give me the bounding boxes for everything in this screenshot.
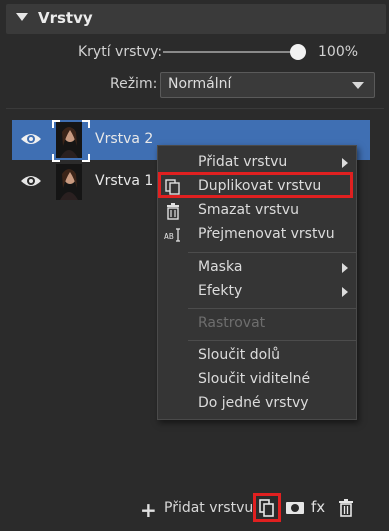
trash-icon: [167, 203, 179, 220]
menu-item-label: Sloučit viditelné: [198, 371, 311, 387]
menu-item-rename-layer[interactable]: AB Přejmenovat vrstvu: [158, 223, 356, 247]
selection-bracket: [52, 154, 60, 162]
menu-item-label: Sloučit dolů: [198, 347, 280, 363]
svg-text:AB: AB: [164, 232, 174, 241]
submenu-arrow-icon: [342, 158, 348, 168]
divider: [6, 108, 384, 109]
menu-item-delete-layer[interactable]: Smazat vrstvu: [158, 199, 356, 223]
menu-item-rasterize: Rastrovat: [158, 312, 356, 336]
eye-icon[interactable]: [20, 132, 42, 146]
selection-bracket: [82, 154, 90, 162]
submenu-arrow-icon: [342, 287, 348, 297]
opacity-slider-knob[interactable]: [290, 44, 306, 60]
highlight-frame: [158, 172, 353, 198]
mode-select-value: Normální: [168, 76, 232, 92]
menu-divider: [188, 308, 356, 309]
menu-divider: [188, 252, 356, 253]
eye-icon[interactable]: [20, 174, 42, 188]
mode-label: Režim:: [110, 76, 158, 92]
menu-item-label: Do jedné vrstvy: [198, 395, 309, 411]
opacity-value: 100%: [318, 44, 359, 60]
layer-name: Vrstva 1: [95, 173, 154, 189]
collapse-triangle-icon[interactable]: [16, 13, 28, 21]
menu-item-merge-down[interactable]: Sloučit dolů: [158, 344, 356, 368]
fx-button[interactable]: fx: [311, 498, 325, 516]
panel-title: Vrstvy: [38, 9, 93, 27]
plus-icon[interactable]: +: [140, 498, 157, 522]
menu-divider: [188, 340, 356, 341]
menu-item-effects[interactable]: Efekty: [158, 280, 356, 304]
menu-item-label: Smazat vrstvu: [198, 202, 299, 218]
mask-icon[interactable]: [285, 498, 305, 518]
submenu-arrow-icon: [342, 263, 348, 273]
opacity-label: Krytí vrstvy:: [78, 44, 163, 60]
panel-header[interactable]: Vrstvy: [6, 4, 386, 34]
menu-item-merge-visible[interactable]: Sloučit viditelné: [158, 368, 356, 392]
mode-select[interactable]: Normální: [160, 72, 375, 98]
menu-item-label: Efekty: [198, 283, 243, 299]
layer-thumbnail[interactable]: [56, 164, 82, 200]
selection-bracket: [52, 120, 60, 128]
selection-bracket: [82, 120, 90, 128]
menu-item-label: Maska: [198, 259, 243, 275]
chevron-down-icon: [352, 82, 364, 89]
menu-item-label: Přejmenovat vrstvu: [198, 226, 335, 242]
trash-icon[interactable]: [336, 498, 356, 518]
rename-icon: AB: [164, 228, 180, 242]
menu-item-label: Rastrovat: [198, 315, 266, 331]
menu-item-mask[interactable]: Maska: [158, 256, 356, 280]
menu-item-label: Přidat vrstvu: [198, 154, 288, 170]
add-layer-button[interactable]: Přidat vrstvu: [164, 500, 253, 516]
menu-item-flatten[interactable]: Do jedné vrstvy: [158, 392, 356, 416]
highlight-frame: [253, 493, 281, 522]
opacity-slider-track[interactable]: [163, 51, 303, 53]
layer-name: Vrstva 2: [95, 131, 154, 147]
